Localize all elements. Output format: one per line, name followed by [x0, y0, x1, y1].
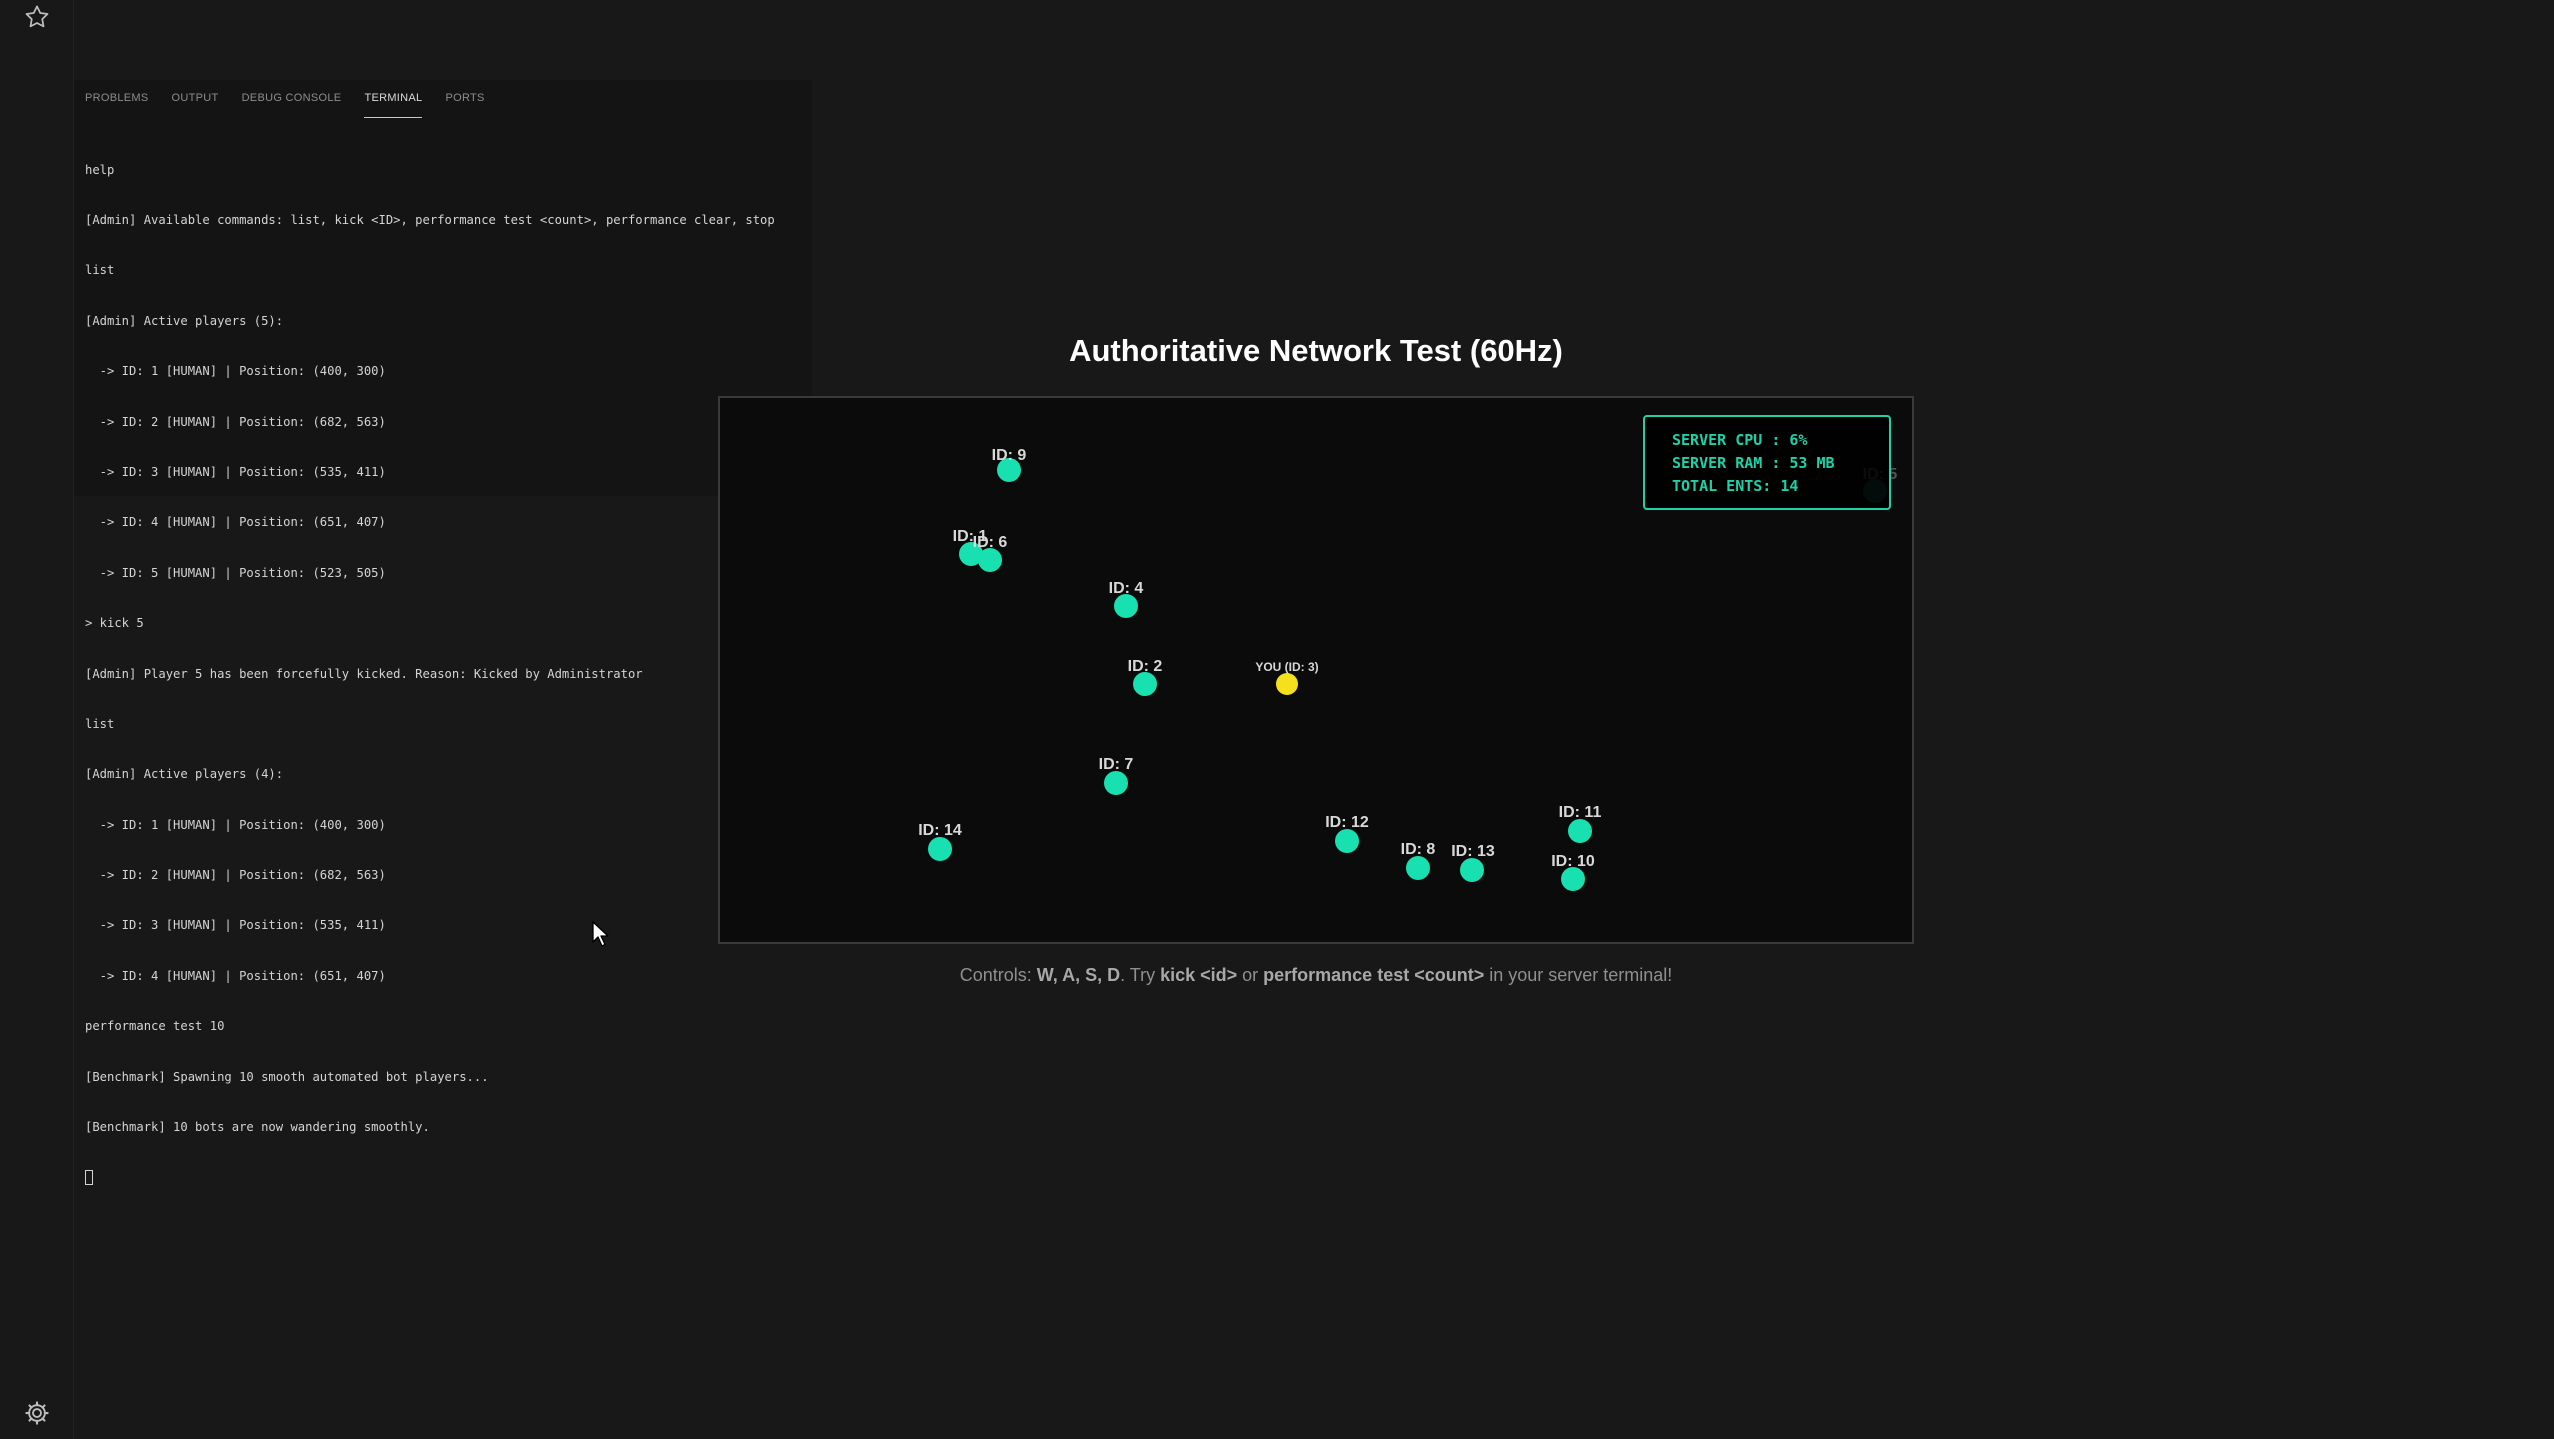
panel-tabs: PROBLEMS OUTPUT DEBUG CONSOLE TERMINAL P…: [85, 92, 508, 118]
terminal-line: performance test 10: [85, 1019, 225, 1034]
terminal-cursor: [85, 1170, 93, 1186]
player-entity: ID: 9: [992, 447, 1027, 482]
player-label: ID: 7: [1099, 756, 1134, 773]
player-dot: [978, 548, 1002, 572]
terminal-line: help: [85, 162, 115, 177]
player-dot: [1561, 867, 1585, 891]
terminal-prompt[interactable]: [85, 1169, 805, 1186]
controls-prefix: Controls:: [959, 965, 1037, 985]
activity-bar: [0, 0, 74, 1439]
terminal-line: -> ID: 3 [HUMAN] | Position: (535, 411): [85, 918, 386, 933]
player-you: YOU (ID: 3): [1255, 660, 1319, 695]
tab-terminal[interactable]: TERMINAL: [364, 92, 423, 118]
terminal-line: -> ID: 2 [HUMAN] | Position: (682, 563): [85, 414, 386, 429]
player-entity: ID: 7: [1099, 756, 1134, 795]
player-entity: ID: 13: [1451, 843, 1495, 882]
tab-output[interactable]: OUTPUT: [172, 92, 219, 118]
player-dot: [1114, 594, 1138, 618]
mouse-pointer-icon: [591, 920, 613, 953]
player-label: ID: 4: [1109, 580, 1144, 597]
controls-mid2: or: [1237, 965, 1264, 985]
player-dot: [1406, 856, 1430, 880]
player-label: ID: 8: [1401, 841, 1436, 858]
player-entity: ID: 10: [1551, 853, 1595, 891]
player-label: YOU (ID: 3): [1255, 660, 1318, 674]
terminal-line: list: [85, 263, 115, 278]
terminal-line: [Admin] Active players (4):: [85, 767, 284, 782]
tab-debug-console[interactable]: DEBUG CONSOLE: [242, 92, 342, 118]
terminal-line: [Benchmark] Spawning 10 smooth automated…: [85, 1069, 489, 1084]
server-ram-stat: SERVER RAM : 53 MB: [1672, 454, 1835, 472]
terminal-panel: PROBLEMS OUTPUT DEBUG CONSOLE TERMINAL P…: [74, 80, 812, 1186]
terminal-line: -> ID: 4 [HUMAN] | Position: (651, 407): [85, 968, 386, 983]
terminal-output[interactable]: help [Admin] Available commands: list, k…: [85, 128, 805, 1220]
terminal-line: -> ID: 1 [HUMAN] | Position: (400, 300): [85, 817, 386, 832]
terminal-line: list: [85, 716, 115, 731]
game-title: Authoritative Network Test (60Hz): [1069, 333, 1563, 368]
player-dot: [1104, 771, 1128, 795]
player-label: ID: 6: [973, 534, 1008, 551]
star-icon[interactable]: [22, 2, 52, 32]
tab-ports[interactable]: PORTS: [445, 92, 484, 118]
controls-hint: Controls: W, A, S, D. Try kick <id> or p…: [800, 965, 1832, 986]
terminal-line: [Admin] Available commands: list, kick <…: [85, 212, 775, 227]
player-dot: [1568, 819, 1592, 843]
player-label: ID: 14: [918, 822, 962, 839]
player-label: ID: 13: [1451, 843, 1495, 860]
controls-kick-cmd: kick <id>: [1160, 965, 1238, 985]
player-dot: [1460, 858, 1484, 882]
controls-perf-cmd: performance test <count>: [1263, 965, 1485, 985]
player-entity: ID: 14: [918, 822, 962, 861]
terminal-line: [Admin] Player 5 has been forcefully kic…: [85, 666, 643, 681]
app-window: PROBLEMS OUTPUT DEBUG CONSOLE TERMINAL P…: [0, 0, 2554, 1439]
player-entity: ID: 8: [1401, 841, 1436, 880]
player-entity: ID: 12: [1325, 814, 1369, 853]
controls-suffix: in your server terminal!: [1484, 965, 1673, 985]
terminal-line: [Benchmark] 10 bots are now wandering sm…: [85, 1120, 430, 1135]
terminal-line: [Admin] Active players (5):: [85, 313, 284, 328]
terminal-line: -> ID: 4 [HUMAN] | Position: (651, 407): [85, 515, 386, 530]
terminal-line: -> ID: 5 [HUMAN] | Position: (523, 505): [85, 565, 386, 580]
player-you-dot: [1276, 673, 1298, 695]
player-entity: ID: 2: [1128, 658, 1163, 696]
player-entity: ID: 11: [1559, 804, 1602, 843]
tab-problems[interactable]: PROBLEMS: [85, 92, 149, 118]
server-stats-panel: SERVER CPU : 6% SERVER RAM : 53 MB TOTAL…: [1643, 415, 1891, 510]
total-ents-stat: TOTAL ENTS: 14: [1672, 477, 1799, 495]
terminal-line: -> ID: 2 [HUMAN] | Position: (682, 563): [85, 868, 386, 883]
terminal-line: > kick 5: [85, 616, 144, 631]
gear-icon[interactable]: [22, 1398, 52, 1428]
terminal-line: -> ID: 1 [HUMAN] | Position: (400, 300): [85, 364, 386, 379]
player-dot: [928, 837, 952, 861]
player-label: ID: 9: [992, 447, 1027, 464]
controls-mid1: . Try: [1120, 965, 1161, 985]
server-cpu-stat: SERVER CPU : 6%: [1672, 431, 1808, 449]
player-dot: [1335, 829, 1359, 853]
player-label: ID: 12: [1325, 814, 1369, 831]
controls-keys: W, A, S, D: [1036, 965, 1121, 985]
player-label: ID: 2: [1128, 658, 1163, 675]
player-label: ID: 11: [1559, 804, 1602, 821]
player-entity: ID: 4: [1109, 580, 1144, 618]
player-label: ID: 10: [1551, 853, 1595, 870]
terminal-line: -> ID: 3 [HUMAN] | Position: (535, 411): [85, 464, 386, 479]
player-dot: [1133, 672, 1157, 696]
